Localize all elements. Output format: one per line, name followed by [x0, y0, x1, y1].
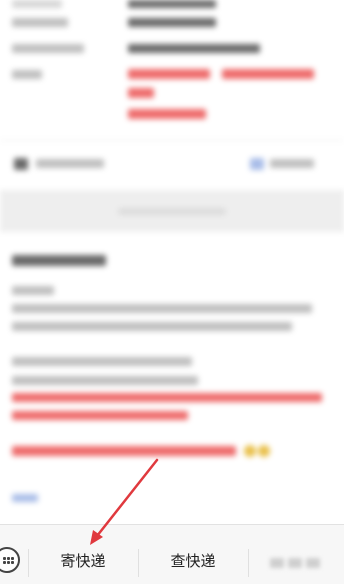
watermark — [270, 552, 330, 574]
menu-item-send-express[interactable]: 寄快递 — [28, 549, 138, 573]
menu-item-track-express[interactable]: 查快递 — [138, 549, 248, 573]
keyboard-icon[interactable] — [0, 547, 20, 573]
blurred-content — [0, 0, 344, 524]
